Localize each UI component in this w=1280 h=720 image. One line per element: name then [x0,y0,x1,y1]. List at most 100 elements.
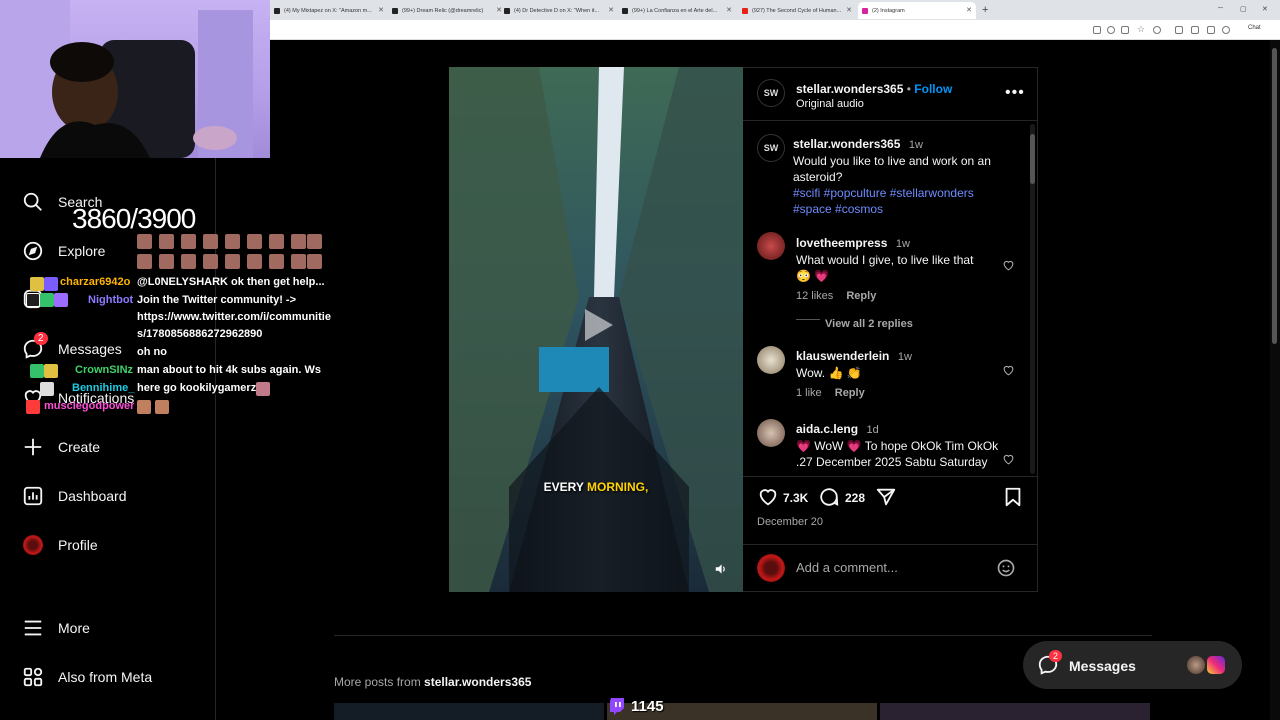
sidebar-item-explore[interactable]: Explore [22,238,105,264]
caption-hashtags[interactable]: #scifi #popculture #stellarwonders [793,185,1025,201]
browser-tab[interactable]: (4) Dr Detective D on X: "When it... ✕ [500,2,618,19]
view-replies-button[interactable]: View all 2 replies [825,318,913,330]
commenter-avatar[interactable] [757,419,785,447]
twitch-viewer-count: 1145 [607,697,667,717]
close-tab-icon[interactable]: ✕ [846,6,852,14]
messages-badge: 2 [1049,650,1063,662]
messenger-icon: 2 [22,332,48,360]
sidebar-item-profile[interactable]: Profile [22,532,98,558]
post-thumbnail[interactable] [334,703,604,720]
sidebar-item-create[interactable]: Create [22,434,100,460]
like-comment-icon[interactable] [1002,259,1015,272]
instagram-favicon-icon [862,8,868,14]
close-tab-icon[interactable]: ✕ [378,6,384,14]
close-tab-icon[interactable]: ✕ [966,6,972,14]
grid-icon[interactable] [1093,26,1101,34]
author-avatar[interactable]: SW [757,134,785,162]
refresh-icon[interactable] [1153,26,1161,34]
avatar [1187,656,1205,674]
browser-tab[interactable]: (99+) Dream Relic (@dreamrelic) ✕ [388,2,506,19]
post-header: stellar.wonders365 • Follow [796,82,952,96]
like-comment-icon[interactable] [1002,364,1015,377]
video-caption-text: EVERY MORNING, [449,480,743,494]
comment-username[interactable]: aida.c.leng [796,422,858,436]
comment-time: 1w [895,238,910,250]
likes-count[interactable]: 7.3K [783,491,808,505]
comments-count[interactable]: 228 [845,491,865,505]
close-tab-icon[interactable]: ✕ [608,6,614,14]
tab-favicon-icon [622,8,628,14]
chat-message: @L0NELYSHARK ok then get help... [137,276,325,288]
play-icon[interactable] [567,297,623,353]
chat-username: CrownSINz [75,364,134,376]
favorites-icon[interactable] [1191,26,1199,34]
reply-button[interactable]: Reply [846,290,876,302]
sidebar-item-label: Profile [58,537,98,553]
browser-tab[interactable]: (4) My Mixtapez on X: "Amazon m... ✕ [270,2,388,19]
post-video[interactable]: EVERY MORNING, [449,67,743,592]
chat-username: Nightbot [88,294,134,306]
author-username[interactable]: stellar.wonders365 [796,82,903,96]
messages-pill[interactable]: 2 Messages [1023,641,1242,689]
share-icon[interactable] [875,486,897,508]
post-thumbnail[interactable] [880,703,1150,720]
follow-button[interactable]: Follow [914,82,952,96]
volume-icon[interactable] [714,562,728,576]
comment-text: What would I give, to live like that [796,253,974,267]
page-scrollbar-thumb[interactable] [1272,48,1277,344]
sidebar-item-dashboard[interactable]: Dashboard [22,483,127,509]
caption-hashtags[interactable]: #space #cosmos [793,201,1025,217]
commenter-avatar[interactable] [757,232,785,260]
browser-tab-active[interactable]: (2) Instagram ✕ [858,2,976,19]
comments-scrollbar[interactable] [1030,124,1035,474]
extension-icon[interactable] [1175,26,1183,34]
comment-username[interactable]: lovetheempress [796,236,887,250]
copilot-chat-button[interactable]: Chat [1248,25,1261,31]
video-caption-highlight: MORNING, [587,480,649,494]
read-aloud-icon[interactable] [1121,26,1129,34]
browser-tab[interactable]: (927) The Second Cycle of Human... ✕ [738,2,856,19]
sidebar-item-label: Explore [58,243,106,259]
zoom-icon[interactable] [1107,26,1115,34]
comment-likes[interactable]: 1 like [796,387,822,399]
post-caption: stellar.wonders365 1w Would you like to … [793,135,1025,217]
comment-icon[interactable] [818,486,840,508]
plus-icon [22,436,44,458]
like-comment-icon[interactable] [1002,453,1015,466]
browser-tab[interactable]: (99+) La Confianza en el Arte del... ✕ [618,2,736,19]
author-avatar[interactable]: SW [757,79,785,107]
sidebar-item-more[interactable]: More [22,615,90,641]
sidebar-item-label: Create [58,439,101,455]
more-options-icon[interactable]: ••• [1005,84,1025,102]
sidebar-item-also-from-meta[interactable]: Also from Meta [22,664,152,690]
replies-line [796,319,820,320]
audio-label[interactable]: Original audio [796,98,864,110]
sidebar-item-messages[interactable]: 2 Messages [22,332,122,362]
add-comment-input[interactable]: Add a comment... [796,560,898,575]
maximize-icon[interactable]: ▢ [1240,5,1247,13]
favorite-star-icon[interactable]: ☆ [1137,24,1145,34]
tab-title: (4) Dr Detective D on X: "When it... [514,8,600,14]
bookmark-icon[interactable] [1002,486,1024,508]
chat-username: charzar6942o [60,276,130,288]
more-posts-heading: More posts from stellar.wonders365 [334,675,531,689]
like-icon[interactable] [757,486,779,508]
reply-button[interactable]: Reply [835,387,865,399]
new-tab-button[interactable]: + [982,4,988,16]
profile-icon[interactable] [1222,26,1230,34]
comment-likes[interactable]: 12 likes [796,290,833,302]
scrollbar-thumb[interactable] [1030,134,1035,184]
sidebar-item-label: Messages [58,341,122,357]
dashboard-icon [22,485,44,507]
commenter-avatar[interactable] [757,346,785,374]
collections-icon[interactable] [1207,26,1215,34]
comment-username[interactable]: klauswenderlein [796,349,889,363]
close-window-icon[interactable]: ✕ [1262,5,1268,13]
tab-favicon-icon [504,8,510,14]
emoji-icon[interactable] [996,558,1016,578]
minimize-icon[interactable]: ─ [1218,5,1223,12]
more-posts-username[interactable]: stellar.wonders365 [424,675,531,689]
tab-favicon-icon [274,8,280,14]
caption-username[interactable]: stellar.wonders365 [793,137,900,151]
close-tab-icon[interactable]: ✕ [726,6,732,14]
